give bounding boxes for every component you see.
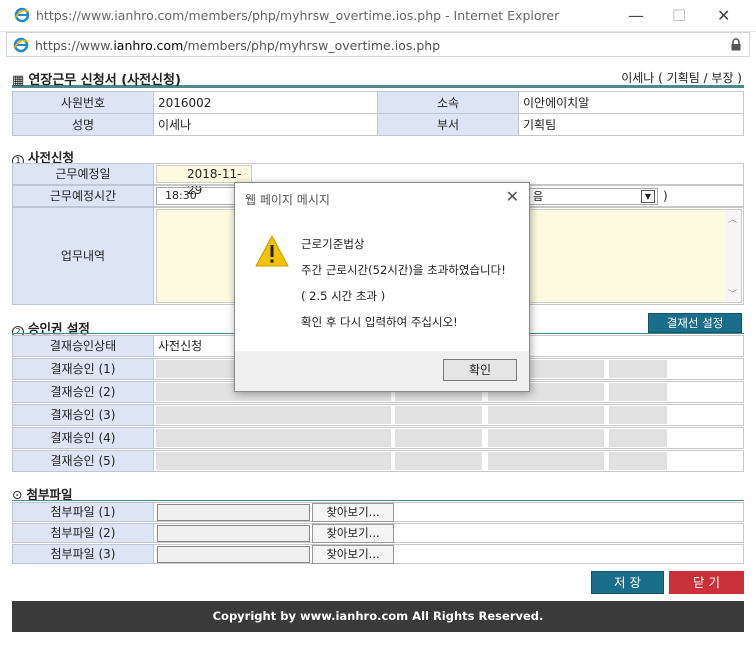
browse-button[interactable]: 찾아보기...	[312, 545, 394, 564]
approver-field[interactable]	[156, 429, 391, 447]
browse-button[interactable]: 찾아보기...	[312, 503, 394, 522]
approver-field[interactable]	[488, 452, 604, 470]
message-dialog: 웹 페이지 메시지 ✕ 근로기준법상 주간 근로시간(52시간)을 초과하였습니…	[234, 182, 530, 392]
maximize-button[interactable]: ☐	[672, 6, 686, 25]
dept-value: 이안에이치알	[518, 91, 744, 114]
approver-field[interactable]	[395, 429, 482, 447]
work-time-label: 근무예정시간	[12, 185, 154, 207]
employee-info-table: 사원번호 2016002 소속 이안에이치알 성명 이세나 부서 기획팀	[12, 91, 744, 136]
work-date-label: 근무예정일	[12, 163, 154, 185]
dialog-ok-button[interactable]: 확인	[443, 359, 517, 381]
approver-field[interactable]	[156, 406, 391, 424]
approver-field[interactable]	[488, 406, 604, 424]
approval-line-setup-button[interactable]: 결재선 설정	[648, 313, 742, 333]
attach-divider	[12, 500, 744, 501]
ie-logo-icon	[14, 7, 30, 23]
approver-field[interactable]	[609, 383, 667, 401]
approver-field[interactable]	[395, 452, 482, 470]
approval-row-label: 결재승인 (5)	[12, 450, 154, 472]
address-bar[interactable]: https://www.ianhro.com/members/php/myhrs…	[6, 32, 750, 57]
lock-icon	[731, 38, 741, 51]
work-time-select[interactable]: 음 ▼	[528, 188, 658, 205]
dialog-line-4: 확인 후 다시 입력하여 주십시오!	[301, 315, 458, 329]
grid-icon: ▦	[12, 73, 29, 88]
approval-status-label: 결재승인상태	[12, 335, 154, 357]
employee-id-value: 2016002	[153, 91, 378, 114]
attachment-file-input[interactable]	[157, 525, 310, 542]
save-button[interactable]: 저 장	[591, 571, 664, 594]
attachment-label: 첨부파일 (1)	[12, 502, 154, 522]
dialog-line-2: 주간 근로시간(52시간)을 초과하였습니다!	[301, 263, 506, 277]
scroll-up-icon[interactable]: ︿	[728, 212, 737, 225]
user-info: 이세나 ( 기획팀 / 부장 )	[621, 71, 742, 85]
dialog-line-3: ( 2.5 시간 초과 )	[301, 289, 386, 303]
scroll-down-icon[interactable]: ﹀	[728, 287, 737, 300]
approver-field[interactable]	[609, 429, 667, 447]
window-titlebar: https://www.ianhro.com/members/php/myhrs…	[0, 0, 756, 32]
dialog-title: 웹 페이지 메시지	[245, 193, 330, 207]
name-value: 이세나	[153, 113, 378, 136]
approval-row-label: 결재승인 (2)	[12, 381, 154, 403]
dept-label: 소속	[377, 91, 519, 114]
page-title: ▦ 연장근무 신청서 (사전신청)	[12, 73, 181, 88]
approval-row-label: 결재승인 (1)	[12, 358, 154, 380]
team-label: 부서	[377, 113, 519, 136]
dialog-line-1: 근로기준법상	[301, 237, 365, 251]
chevron-down-icon: ▼	[641, 190, 655, 203]
page-header: ▦ 연장근무 신청서 (사전신청) 이세나 ( 기획팀 / 부장 )	[12, 68, 744, 88]
window-title: https://www.ianhro.com/members/php/myhrs…	[36, 8, 560, 23]
work-time-start-input[interactable]: 18:30	[156, 187, 236, 205]
approver-field[interactable]	[488, 429, 604, 447]
approver-field[interactable]	[609, 406, 667, 424]
close-paren: )	[663, 189, 668, 203]
url-text: https://www.ianhro.com/members/php/myhrs…	[35, 38, 441, 53]
approver-field[interactable]	[156, 452, 391, 470]
dialog-close-icon[interactable]: ✕	[506, 187, 519, 206]
minimize-button[interactable]: —	[628, 6, 644, 25]
close-window-button[interactable]: ✕	[717, 6, 730, 25]
employee-id-label: 사원번호	[12, 91, 154, 114]
dialog-footer: 확인	[235, 351, 529, 391]
warning-icon	[255, 235, 289, 267]
approval-row-label: 결재승인 (4)	[12, 427, 154, 449]
attachment-label: 첨부파일 (3)	[12, 544, 154, 564]
approver-field[interactable]	[609, 452, 667, 470]
attachment-file-input[interactable]	[157, 504, 310, 521]
task-content-label: 업무내역	[12, 207, 154, 305]
attachment-label: 첨부파일 (2)	[12, 523, 154, 543]
approver-field[interactable]	[609, 360, 667, 378]
footer-copyright: Copyright by www.ianhro.com All Rights R…	[12, 601, 744, 632]
attachment-file-input[interactable]	[157, 546, 310, 563]
work-date-input[interactable]: 2018-11-29	[156, 165, 252, 197]
textarea-scrollbar[interactable]: ︿ ﹀	[725, 210, 741, 302]
approver-field[interactable]	[395, 406, 482, 424]
team-value: 기획팀	[518, 113, 744, 136]
ie-page-icon	[13, 37, 29, 53]
close-button[interactable]: 닫 기	[669, 571, 744, 594]
browse-button[interactable]: 찾아보기...	[312, 524, 394, 543]
name-label: 성명	[12, 113, 154, 136]
approval-row-label: 결재승인 (3)	[12, 404, 154, 426]
